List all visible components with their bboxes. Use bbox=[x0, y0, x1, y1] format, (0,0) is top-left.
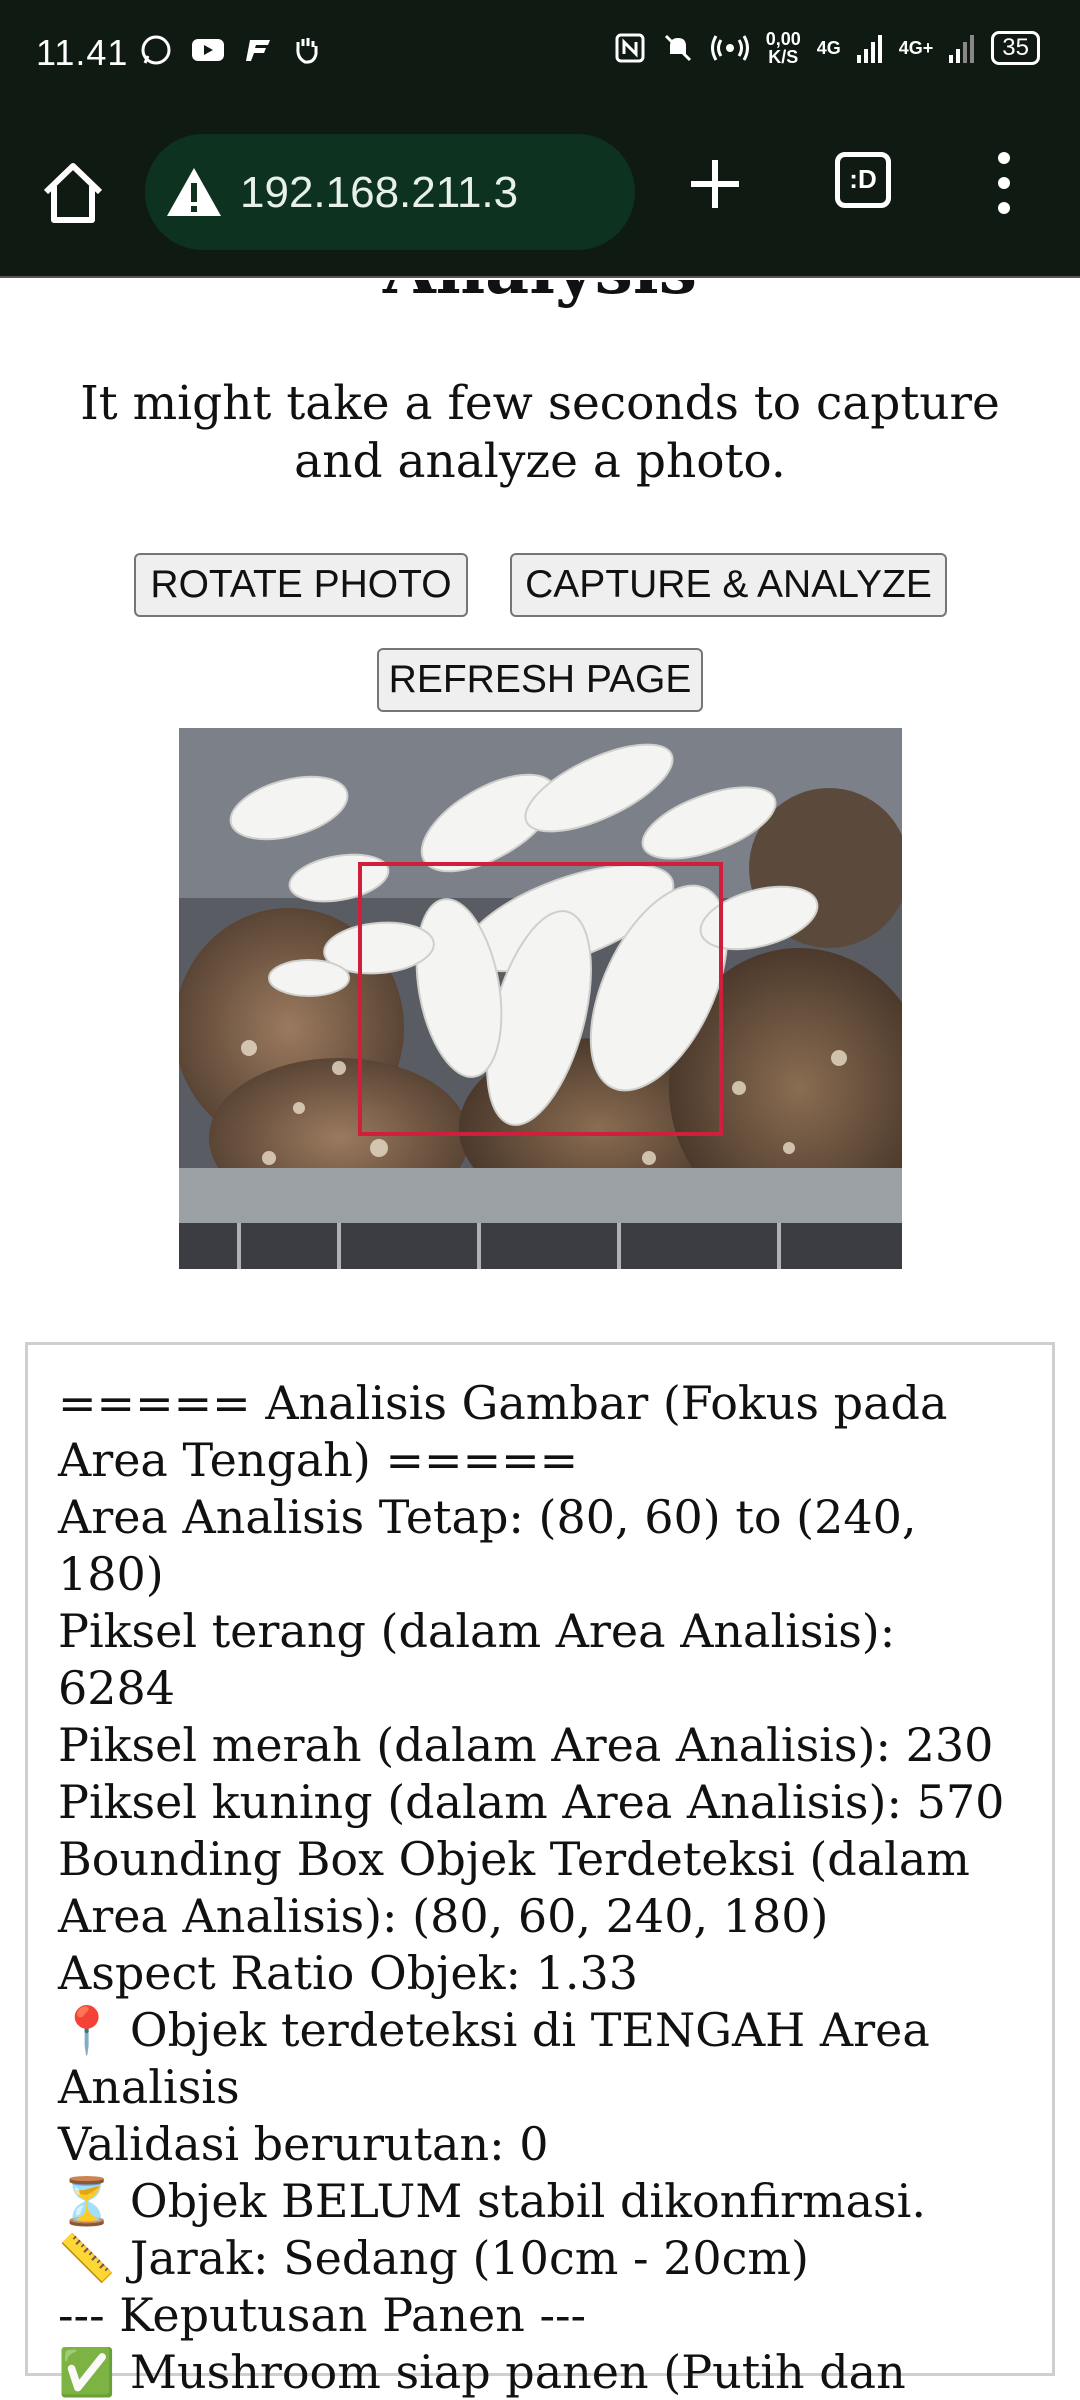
network-type-1: 4G bbox=[816, 38, 841, 58]
net-speed: 0,00 K/S bbox=[766, 30, 801, 66]
plus-icon[interactable] bbox=[685, 154, 745, 214]
rotate-photo-button[interactable]: ROTATE PHOTO bbox=[134, 553, 468, 617]
page-subtitle: It might take a few seconds to capture a… bbox=[80, 376, 1000, 489]
net-speed-unit: K/S bbox=[768, 47, 799, 67]
result-line: ⏳ Objek BELUM stabil dikonfirmasi. bbox=[58, 2174, 926, 2228]
signal-icon bbox=[949, 35, 975, 63]
warning-icon[interactable] bbox=[165, 166, 223, 218]
home-icon[interactable] bbox=[38, 158, 108, 228]
result-line: 📍 Objek terdeteksi di TENGAH Area Analis… bbox=[58, 2003, 930, 2114]
result-line: ===== Analisis Gambar (Fokus pada Area T… bbox=[58, 1376, 948, 1487]
capture-analyze-button[interactable]: CAPTURE & ANALYZE bbox=[510, 553, 947, 617]
url-text[interactable]: 192.168.211.3 bbox=[240, 168, 518, 218]
nfc-icon bbox=[615, 33, 645, 63]
status-time: 11.41 bbox=[36, 32, 129, 73]
result-line: Piksel merah (dalam Area Analisis): 230 bbox=[58, 1718, 994, 1772]
youtube-icon bbox=[192, 39, 224, 61]
analysis-result-panel: ===== Analisis Gambar (Fokus pada Area T… bbox=[25, 1342, 1055, 2399]
result-line: ✅ Mushroom siap panen (Putih dan besar) bbox=[58, 2345, 906, 2399]
result-line: 📏 Jarak: Sedang (10cm - 20cm) bbox=[58, 2231, 809, 2285]
camera-photo bbox=[179, 728, 902, 1269]
status-bar: 11.41 0,00 K/S 4G 4G+ 35 bbox=[0, 0, 1080, 110]
battery-icon: 35 bbox=[991, 31, 1040, 65]
web-page: Analysis It might take a few seconds to … bbox=[0, 280, 1080, 2400]
result-line: Area Analisis Tetap: (80, 60) to (240, 1… bbox=[58, 1490, 917, 1601]
signal-icon bbox=[856, 35, 882, 63]
result-line: Bounding Box Objek Terdeteksi (dalam Are… bbox=[58, 1832, 970, 1943]
result-line: Piksel kuning (dalam Area Analisis): 570 bbox=[58, 1775, 1005, 1829]
hotspot-icon bbox=[710, 35, 749, 61]
network-type-2: 4G+ bbox=[898, 38, 934, 58]
hand-icon bbox=[296, 38, 318, 64]
refresh-page-button[interactable]: REFRESH PAGE bbox=[377, 648, 703, 712]
system-icons: 0,00 K/S 4G 4G+ 35 bbox=[614, 30, 1040, 66]
whatsapp-icon bbox=[141, 35, 171, 65]
result-line: Aspect Ratio Objek: 1.33 bbox=[58, 1946, 639, 2000]
notification-icons bbox=[140, 34, 322, 66]
menu-icon[interactable] bbox=[992, 148, 1016, 218]
address-bar[interactable]: 192.168.211.3 bbox=[145, 134, 635, 250]
result-line: --- Keputusan Panen --- bbox=[58, 2288, 587, 2342]
mute-icon bbox=[664, 34, 691, 62]
page-title: Analysis bbox=[0, 280, 1080, 310]
browser-toolbar: 192.168.211.3 :D bbox=[0, 110, 1080, 278]
net-speed-value: 0,00 bbox=[765, 29, 801, 49]
result-line: Piksel terang (dalam Area Analisis): 628… bbox=[58, 1604, 896, 1715]
tabs-icon[interactable]: :D bbox=[835, 152, 891, 208]
app-f-icon bbox=[246, 40, 270, 61]
result-line: Validasi berurutan: 0 bbox=[58, 2117, 549, 2171]
